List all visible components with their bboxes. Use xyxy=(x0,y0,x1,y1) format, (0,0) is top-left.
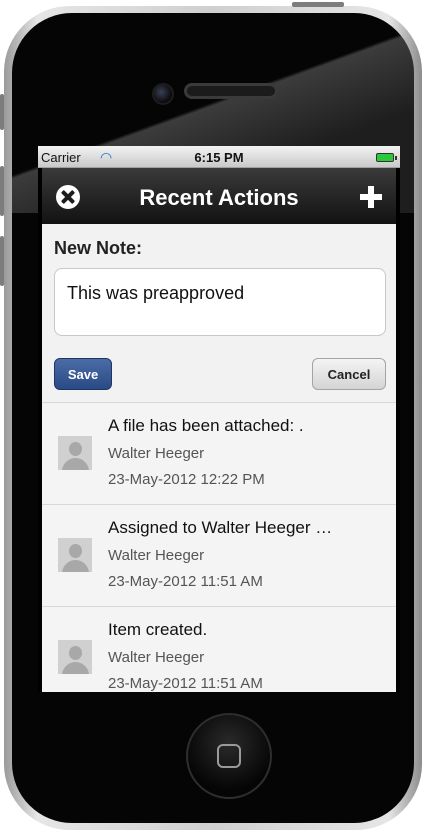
user-avatar-icon xyxy=(58,640,92,674)
recent-actions-list: A file has been attached: . Walter Heege… xyxy=(42,402,396,692)
save-button[interactable]: Save xyxy=(54,358,112,390)
status-time: 6:15 PM xyxy=(194,150,244,165)
user-avatar-icon xyxy=(58,538,92,572)
mute-switch xyxy=(0,94,4,130)
earpiece-speaker xyxy=(184,83,278,99)
page-title: Recent Actions xyxy=(139,185,299,210)
new-note-label: New Note: xyxy=(54,238,143,258)
user-avatar-icon xyxy=(58,436,92,470)
home-square-icon xyxy=(217,744,241,768)
action-user: Walter Heeger xyxy=(108,445,205,462)
action-title: A file has been attached: . xyxy=(108,416,304,435)
content-area: New Note: This was preapproved Save Canc… xyxy=(42,224,396,692)
action-user: Walter Heeger xyxy=(108,649,205,666)
screen: Carrier ◠ 6:15 PM Recent Actions New Not… xyxy=(38,146,400,692)
list-item[interactable]: Assigned to Walter Heeger … Walter Heege… xyxy=(42,505,396,607)
nav-header: Recent Actions xyxy=(42,168,396,224)
list-item[interactable]: Item created. Walter Heeger 23-May-2012 … xyxy=(42,607,396,692)
action-date: 23-May-2012 11:51 AM xyxy=(108,573,263,590)
plus-icon[interactable] xyxy=(360,186,382,208)
action-user: Walter Heeger xyxy=(108,547,205,564)
home-button[interactable] xyxy=(186,713,272,799)
action-date: 23-May-2012 11:51 AM xyxy=(108,675,263,692)
note-textarea[interactable]: This was preapproved xyxy=(54,268,386,336)
list-item[interactable]: A file has been attached: . Walter Heege… xyxy=(42,402,396,505)
cancel-button[interactable]: Cancel xyxy=(312,358,386,390)
action-title: Item created. xyxy=(108,620,208,639)
volume-up-button xyxy=(0,166,4,216)
power-button xyxy=(292,2,344,7)
volume-down-button xyxy=(0,236,4,286)
action-title: Assigned to Walter Heeger … xyxy=(108,518,333,537)
battery-icon xyxy=(376,153,397,162)
front-camera xyxy=(152,83,174,105)
action-date: 23-May-2012 12:22 PM xyxy=(108,471,265,488)
status-bar: Carrier ◠ 6:15 PM xyxy=(38,146,400,168)
